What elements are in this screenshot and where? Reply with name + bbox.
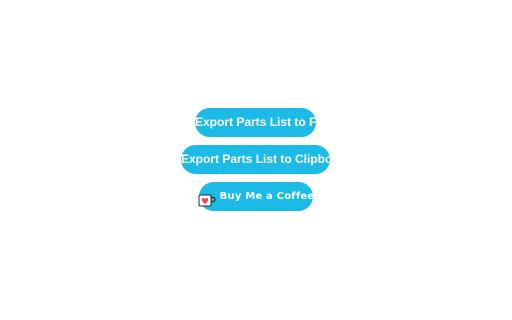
- coffee-cup-heart-icon: [198, 190, 216, 206]
- export-parts-list-to-clipboard-button[interactable]: Export Parts List to Clipboard: [181, 145, 351, 174]
- buy-me-a-coffee-label: Buy Me a Coffee: [219, 191, 315, 202]
- export-parts-list-to-file-button[interactable]: Export Parts List to File: [195, 108, 330, 137]
- buy-me-a-coffee-button[interactable]: Buy Me a Coffee: [198, 182, 315, 211]
